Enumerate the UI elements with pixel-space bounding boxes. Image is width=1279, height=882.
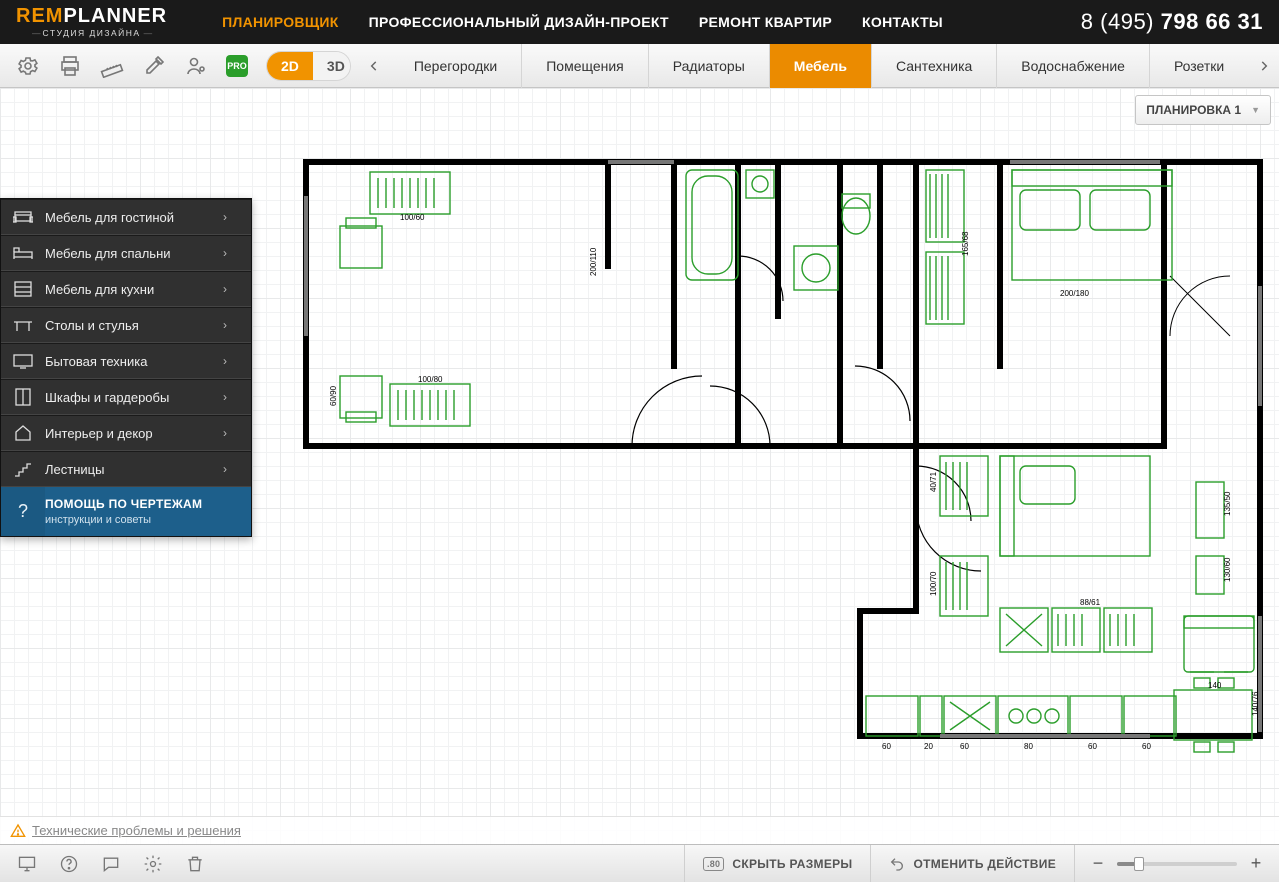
nav-contacts[interactable]: КОНТАКТЫ [862,14,943,30]
svg-text:100/60: 100/60 [400,213,425,222]
sidebar-help[interactable]: ? ПОМОЩЬ ПО ЧЕРТЕЖАМ инструкции и советы [1,487,251,536]
phone-number[interactable]: 8 (495) 798 66 31 [1081,9,1263,35]
svg-text:165/68: 165/68 [961,231,970,256]
chevron-right-icon: › [223,210,251,224]
svg-text:200/180: 200/180 [1060,289,1089,298]
svg-text:40/71: 40/71 [929,471,938,492]
svg-text:135/50: 135/50 [1223,491,1232,516]
logo[interactable]: REMPLANNER СТУДИЯ ДИЗАЙНА [16,6,167,38]
undo-button[interactable]: ОТМЕНИТЬ ДЕЙСТВИЕ [870,845,1074,882]
category-tabs: Перегородки Помещения Радиаторы Мебель С… [390,44,1248,88]
chevron-right-icon: › [223,318,251,332]
nav-renovation[interactable]: РЕМОНТ КВАРТИР [699,14,832,30]
chevron-right-icon: › [223,426,251,440]
tech-issues-bar: Технические проблемы и решения [0,816,1279,844]
pro-badge[interactable]: PRO [226,55,248,77]
svg-text:100/70: 100/70 [929,571,938,596]
svg-text:80: 80 [1024,742,1033,751]
tab-rooms[interactable]: Помещения [522,44,649,88]
scale-icon: .80 [703,857,724,871]
svg-text:88/61: 88/61 [1080,598,1101,607]
undo-icon [889,856,905,872]
zoom-control: − + [1074,845,1279,882]
tabs-scroll-right[interactable] [1248,44,1279,88]
nav-design[interactable]: ПРОФЕССИОНАЛЬНЫЙ ДИЗАЙН-ПРОЕКТ [369,14,669,30]
chevron-right-icon: › [223,390,251,404]
canvas[interactable]: ПЛАНИРОВКА 1 ▼ [0,88,1279,844]
svg-text:60: 60 [882,742,891,751]
zoom-slider[interactable] [1117,862,1237,866]
settings-icon[interactable] [142,853,164,875]
table-icon [1,318,45,332]
sidebar-item-bedroom[interactable]: Мебель для спальни › [1,235,251,271]
ruler-icon[interactable] [100,54,124,78]
zoom-out-button[interactable]: − [1089,853,1107,874]
svg-text:130/60: 130/60 [1223,557,1232,582]
view-2d-button[interactable]: 2D [267,52,313,80]
svg-text:60: 60 [960,742,969,751]
svg-text:60: 60 [1088,742,1097,751]
tv-icon [1,354,45,369]
tab-furniture[interactable]: Мебель [770,44,872,88]
tab-sockets[interactable]: Розетки [1150,44,1248,88]
tab-walls[interactable]: Перегородки [390,44,522,88]
toolbar: PRO 2D 3D Перегородки Помещения Радиатор… [0,44,1279,88]
top-nav: ПЛАНИРОВЩИК ПРОФЕССИОНАЛЬНЫЙ ДИЗАЙН-ПРОЕ… [222,14,943,30]
top-bar: REMPLANNER СТУДИЯ ДИЗАЙНА ПЛАНИРОВЩИК ПР… [0,0,1279,44]
home-icon [1,425,45,441]
sidebar-item-kitchen[interactable]: Мебель для кухни › [1,271,251,307]
trash-icon[interactable] [184,853,206,875]
svg-text:20: 20 [924,742,933,751]
view-3d-button[interactable]: 3D [313,52,351,80]
tools-icon[interactable] [142,54,166,78]
zoom-in-button[interactable]: + [1247,853,1265,874]
sidebar-item-living[interactable]: Мебель для гостиной › [1,199,251,235]
nav-planner[interactable]: ПЛАНИРОВЩИК [222,14,339,30]
tab-radiators[interactable]: Радиаторы [649,44,770,88]
view-toggle: 2D 3D [266,51,351,81]
sidebar-item-appliances[interactable]: Бытовая техника › [1,343,251,379]
tech-issues-link[interactable]: Технические проблемы и решения [32,823,241,838]
help-circle-icon[interactable] [58,853,80,875]
logo-rem: REM [16,5,63,27]
hide-sizes-button[interactable]: .80 СКРЫТЬ РАЗМЕРЫ [684,845,871,882]
chevron-right-icon: › [223,462,251,476]
status-bar: .80 СКРЫТЬ РАЗМЕРЫ ОТМЕНИТЬ ДЕЙСТВИЕ − + [0,844,1279,882]
drawers-icon [1,281,45,297]
settings-gear-icon[interactable] [16,54,40,78]
sidebar-item-wardrobes[interactable]: Шкафы и гардеробы › [1,379,251,415]
chevron-right-icon: › [223,354,251,368]
sidebar-item-stairs[interactable]: Лестницы › [1,451,251,487]
sidebar-item-tables[interactable]: Столы и стулья › [1,307,251,343]
tabs-scroll-left[interactable] [359,44,390,88]
tab-water[interactable]: Водоснабжение [997,44,1150,88]
logo-planner: PLANNER [63,5,167,27]
chevron-down-icon: ▼ [1251,105,1260,115]
chat-icon[interactable] [100,853,122,875]
user-gear-icon[interactable] [184,54,208,78]
printer-icon[interactable] [58,54,82,78]
question-icon: ? [1,487,45,536]
chevron-right-icon: › [223,282,251,296]
logo-subtitle: СТУДИЯ ДИЗАЙНА [16,29,167,38]
monitor-icon[interactable] [16,853,38,875]
svg-text:200/110: 200/110 [589,247,598,276]
floorplan[interactable]: 100/60 200/110 100/80 60/90 165/68 200/1… [300,156,1268,766]
svg-text:60: 60 [1142,742,1151,751]
warning-icon [10,823,26,839]
wardrobe-icon [1,388,45,406]
chevron-right-icon: › [223,246,251,260]
sidebar-item-decor[interactable]: Интерьер и декор › [1,415,251,451]
sofa-icon [1,210,45,224]
bed-icon [1,246,45,260]
svg-text:140: 140 [1208,681,1222,690]
tab-plumbing[interactable]: Сантехника [872,44,997,88]
plan-dropdown[interactable]: ПЛАНИРОВКА 1 ▼ [1135,95,1271,125]
stairs-icon [1,461,45,477]
furniture-sidebar: Мебель для гостиной › Мебель для спальни… [0,198,252,537]
svg-text:60/90: 60/90 [329,385,338,406]
svg-text:140/76: 140/76 [1251,691,1260,716]
svg-text:100/80: 100/80 [418,375,443,384]
